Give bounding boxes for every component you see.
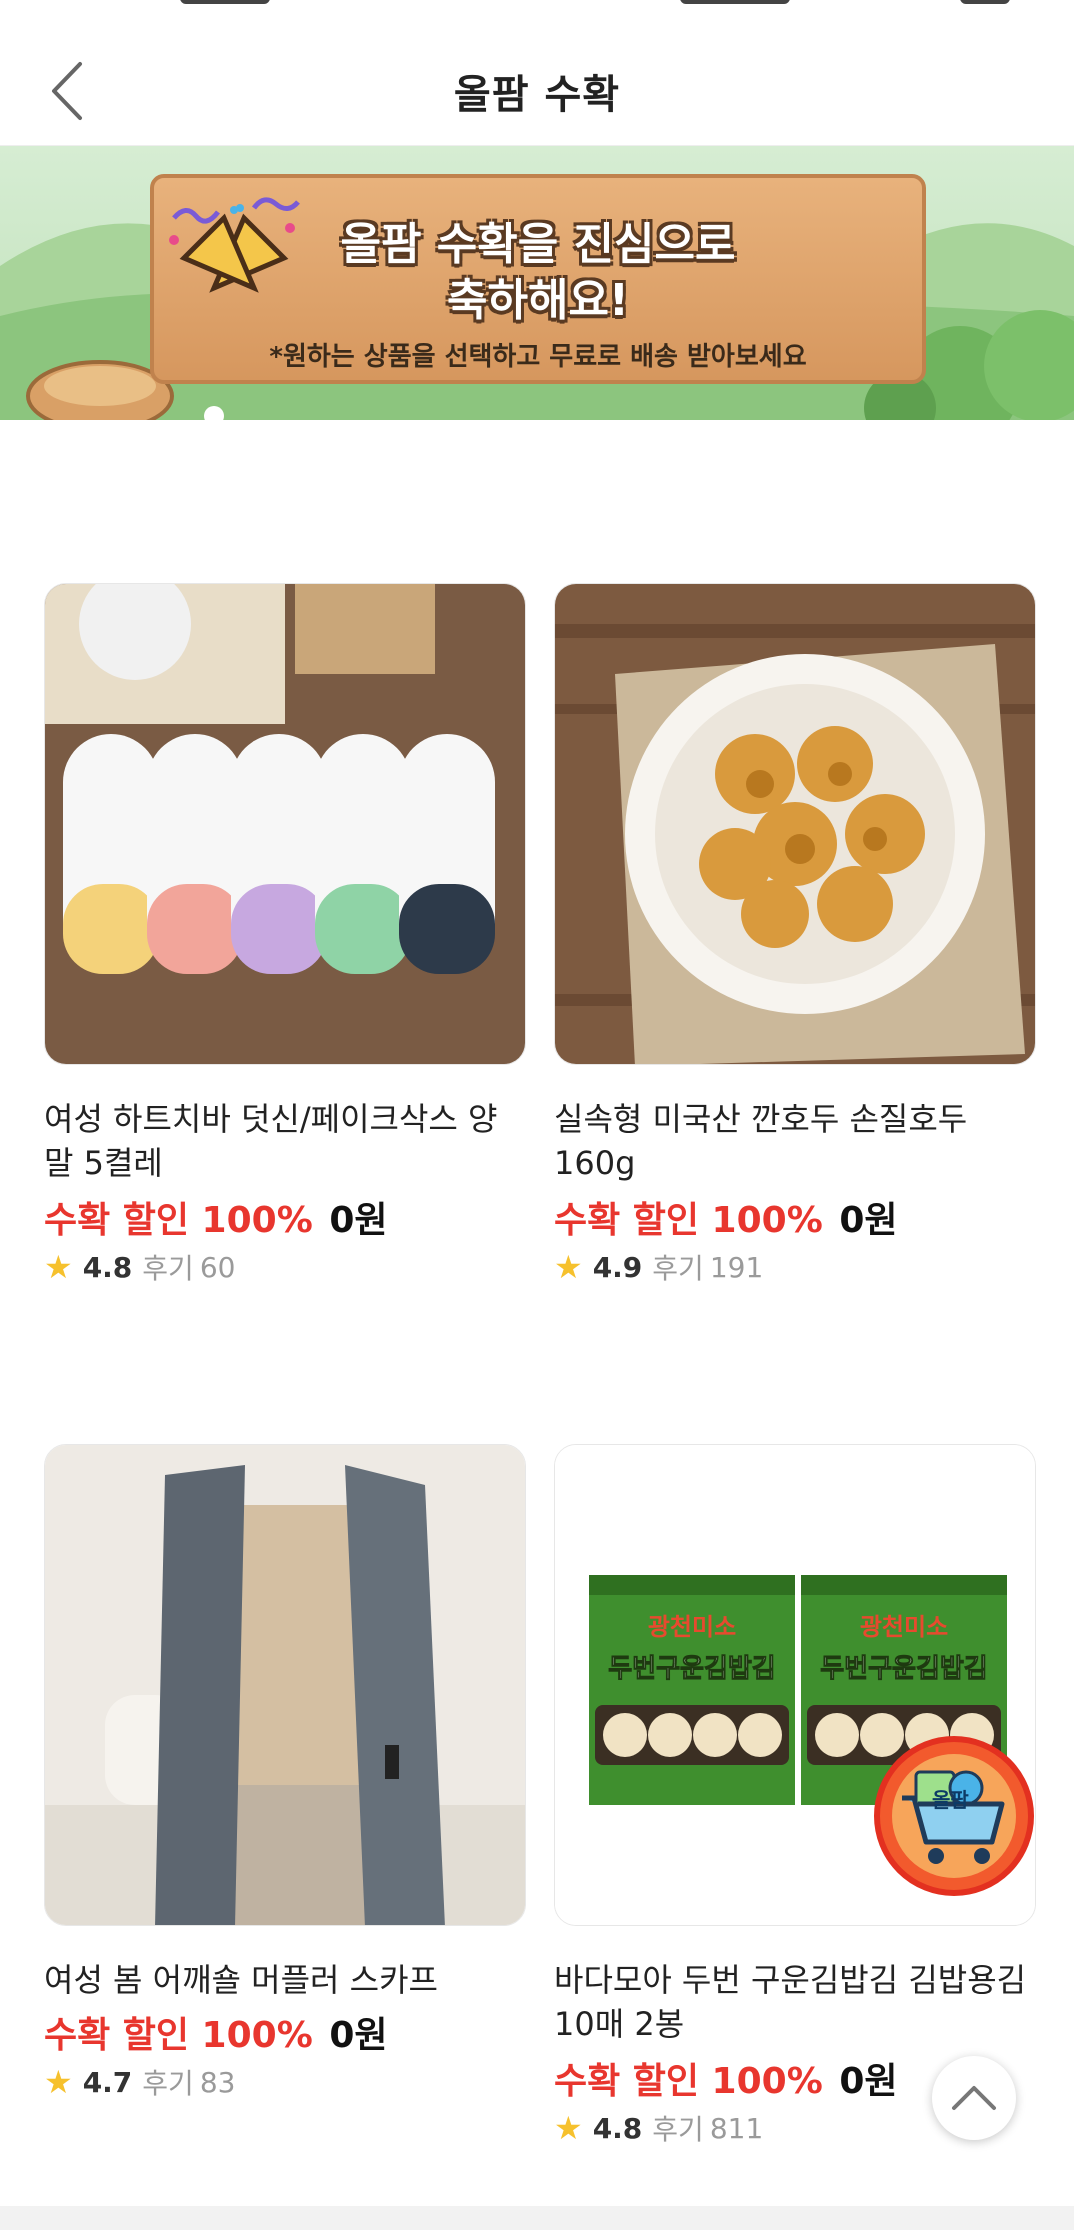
- product-name[interactable]: 바다모아 두번 구운김밥김 김밥용김 10매 2봉: [554, 1958, 1036, 2046]
- review-count: 83: [199, 2065, 236, 2099]
- star-icon: ★: [44, 2063, 73, 2101]
- harvest-banner: 올팜 수확을 진심으로 축하해요! *원하는 상품을 선택하고 무료로 배송 받…: [0, 146, 1074, 420]
- review-count: 811: [709, 2111, 764, 2145]
- bottom-divider: [0, 2206, 1074, 2230]
- review-count: 191: [709, 1250, 764, 1284]
- star-icon: ★: [554, 2109, 583, 2147]
- rating-value: 4.7: [82, 2065, 133, 2099]
- cart-floating-button[interactable]: 올팜: [874, 1736, 1034, 1896]
- star-icon: ★: [44, 1248, 73, 1286]
- discount-label: 수확 할인 100%: [44, 2015, 313, 2056]
- shopping-cart-icon: [892, 1754, 1016, 1878]
- review-label: 후기: [652, 2113, 704, 2146]
- seaweed-brand-text: 광천미소: [648, 1613, 736, 1641]
- product-name[interactable]: 여성 봄 어깨숄 머플러 스카프: [44, 1958, 526, 2002]
- cart-label: 올팜: [932, 1788, 969, 1812]
- socks-image: [45, 584, 525, 1064]
- rating-value: 4.8: [82, 1250, 133, 1284]
- product-image-scarf[interactable]: [44, 1444, 526, 1926]
- review-label: 후기: [142, 2067, 194, 2100]
- price: 0원: [839, 2061, 898, 2102]
- status-bar: [0, 0, 1074, 36]
- seaweed-title-text: 두번구운김밥김: [820, 1654, 987, 1684]
- walnut-image: [555, 584, 1035, 1064]
- discount-label: 수확 할인 100%: [554, 2061, 823, 2102]
- seaweed-title-text: 두번구운김밥김: [608, 1654, 775, 1684]
- price: 0원: [329, 1200, 388, 1241]
- product-image-socks[interactable]: [44, 583, 526, 1065]
- chevron-up-icon: [952, 2086, 996, 2110]
- seaweed-brand-text: 광천미소: [860, 1613, 948, 1641]
- product-name[interactable]: 실속형 미국산 깐호두 손질호두 160g: [554, 1097, 1036, 1185]
- rating-value: 4.9: [592, 1250, 643, 1284]
- review-label: 후기: [142, 1252, 194, 1285]
- status-bar-fragment: [960, 0, 1010, 4]
- rating-row: ★ 4.7 후기 83: [44, 2062, 526, 2102]
- star-icon: ★: [554, 1248, 583, 1286]
- banner-subtext: *원하는 상품을 선택하고 무료로 배송 받아보세요: [269, 342, 807, 372]
- app-header: 올팜 수확: [0, 36, 1074, 146]
- product-image-walnuts[interactable]: [554, 583, 1036, 1065]
- product-name[interactable]: 여성 하트치바 덧신/페이크삭스 양말 5켤레: [44, 1097, 526, 1185]
- price-row: 수확 할인 100% 0원: [44, 2006, 526, 2058]
- review-count: 60: [199, 1250, 236, 1284]
- rating-value: 4.8: [592, 2111, 643, 2145]
- scroll-top-button[interactable]: [932, 2056, 1016, 2140]
- discount-label: 수확 할인 100%: [554, 1200, 823, 1241]
- discount-label: 수확 할인 100%: [44, 1200, 313, 1241]
- rating-row: ★ 4.8 후기 60: [44, 1247, 526, 1287]
- status-bar-fragment: [680, 0, 790, 4]
- banner-headline: 올팜 수확을 진심으로: [340, 219, 736, 270]
- page-title: 올팜 수확: [453, 72, 621, 118]
- status-bar-fragment: [180, 0, 270, 4]
- price-row: 수확 할인 100% 0원: [554, 1191, 1036, 1243]
- rating-row: ★ 4.9 후기 191: [554, 1247, 1036, 1287]
- wooden-sign: 올팜 수확을 진심으로 축하해요! *원하는 상품을 선택하고 무료로 배송 받…: [150, 174, 926, 384]
- review-label: 후기: [652, 1252, 704, 1285]
- scarf-image: [45, 1445, 525, 1925]
- price: 0원: [329, 2015, 388, 2056]
- banner-headline-2: 축하해요!: [447, 275, 629, 326]
- price: 0원: [839, 1200, 898, 1241]
- price-row: 수확 할인 100% 0원: [44, 1191, 526, 1243]
